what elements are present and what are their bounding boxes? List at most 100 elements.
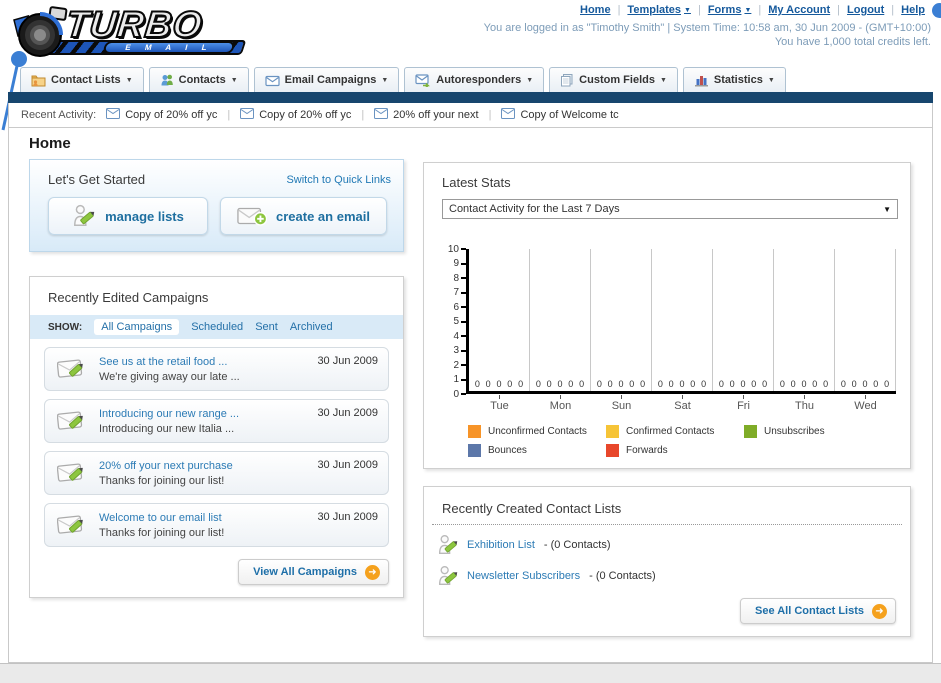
envelope-reply-icon — [415, 73, 431, 87]
value-label: 0 — [618, 379, 624, 389]
stats-period-select[interactable]: Contact Activity for the Last 7 Days — [442, 199, 898, 219]
y-tick-dash — [461, 349, 466, 352]
campaign-text: See us at the retail food ... We're givi… — [99, 355, 305, 384]
value-label: 0 — [485, 379, 491, 389]
y-tick-dash — [461, 393, 466, 395]
person-pencil-icon — [74, 204, 95, 226]
header-link-help[interactable]: Help — [901, 4, 925, 16]
y-tick-dash — [461, 291, 466, 294]
recent-activity-item-label: Copy of Welcome tc — [520, 109, 619, 121]
y-tick-dash — [461, 277, 466, 279]
campaign-text: Welcome to our email list Thanks for joi… — [99, 511, 305, 540]
recent-activity-item[interactable]: Copy of 20% off yc — [106, 108, 217, 122]
value-label: 0 — [740, 379, 746, 389]
x-tick-label: Mon — [530, 395, 591, 412]
tab-contacts[interactable]: Contacts ▼ — [148, 67, 249, 92]
tab-label: Contacts — [178, 74, 226, 86]
value-label: 0 — [862, 379, 868, 389]
recent-activity-item[interactable]: Copy of Welcome tc — [501, 108, 619, 122]
value-label: 0 — [546, 379, 552, 389]
legend-item: Bounces — [468, 444, 606, 457]
campaign-title-link[interactable]: See us at the retail food ... — [99, 355, 305, 369]
person-pencil-icon — [438, 535, 458, 554]
recently-edited-campaigns-panel: Recently Edited Campaigns SHOW: All Camp… — [29, 276, 404, 598]
filter-scheduled[interactable]: Scheduled — [191, 321, 243, 333]
item-separator: | — [361, 109, 365, 121]
value-label: 0 — [607, 379, 613, 389]
y-tick-dash — [461, 320, 466, 323]
recent-activity-item[interactable]: Copy of 20% off yc — [240, 108, 351, 122]
see-all-contact-lists-label: See All Contact Lists — [754, 605, 864, 617]
value-label: 0 — [596, 379, 602, 389]
header-link-logout[interactable]: Logout — [847, 4, 884, 16]
x-tick-label: Thu — [774, 395, 835, 412]
view-all-campaigns-button[interactable]: View All Campaigns — [238, 559, 389, 585]
contact-list-link[interactable]: Exhibition List — [467, 539, 535, 551]
contact-lists-title: Recently Created Contact Lists — [442, 501, 622, 516]
header-link-templates[interactable]: Templates ▼ — [627, 4, 691, 16]
bar-chart-icon — [694, 73, 709, 87]
campaign-row[interactable]: See us at the retail food ... We're givi… — [44, 347, 389, 391]
manage-lists-button[interactable]: manage lists — [48, 197, 208, 235]
y-axis-tick: 5 — [453, 316, 466, 327]
header-link-my-account[interactable]: My Account — [768, 4, 830, 16]
envelope-icon — [106, 108, 121, 122]
y-tick-label: 6 — [453, 301, 459, 313]
recent-activity-item-label: Copy of 20% off yc — [259, 109, 352, 121]
campaign-title-link[interactable]: 20% off your next purchase — [99, 459, 305, 473]
tab-email-campaigns[interactable]: Email Campaigns ▼ — [253, 67, 400, 92]
campaign-date: 30 Jun 2009 — [317, 355, 378, 367]
campaign-title-link[interactable]: Welcome to our email list — [99, 511, 305, 525]
chart-x-axis: Tue Mon Sun Sat Fri Thu Wed — [469, 395, 896, 412]
y-tick-label: 2 — [453, 359, 459, 371]
filter-archived[interactable]: Archived — [290, 321, 333, 333]
value-labels: 00000 — [652, 379, 712, 389]
campaign-row[interactable]: Introducing our new range ... Introducin… — [44, 399, 389, 443]
contact-list-link[interactable]: Newsletter Subscribers — [467, 570, 580, 582]
person-pencil-icon — [438, 566, 458, 585]
recent-activity-item[interactable]: 20% off your next — [374, 108, 479, 122]
create-email-button[interactable]: create an email — [220, 197, 387, 235]
chart-y-axis: 10 9 8 7 6 5 4 3 2 1 0 — [442, 244, 466, 400]
value-labels: 00000 — [835, 379, 895, 389]
link-separator: | — [758, 4, 762, 16]
value-label: 0 — [751, 379, 757, 389]
tab-contact-lists[interactable]: Contact Lists ▼ — [20, 67, 144, 92]
campaign-row[interactable]: 20% off your next purchase Thanks for jo… — [44, 451, 389, 495]
pages-icon — [560, 73, 574, 87]
campaign-text: 20% off your next purchase Thanks for jo… — [99, 459, 305, 488]
see-all-contact-lists-button[interactable]: See All Contact Lists — [739, 598, 896, 624]
x-tick-label: Sun — [591, 395, 652, 412]
value-label: 0 — [518, 379, 524, 389]
switch-quick-links-link[interactable]: Switch to Quick Links — [286, 174, 391, 186]
tab-autoresponders[interactable]: Autoresponders ▼ — [404, 67, 545, 92]
tab-statistics[interactable]: Statistics ▼ — [682, 67, 786, 92]
y-axis-tick: 3 — [453, 345, 466, 356]
campaign-text: Introducing our new range ... Introducin… — [99, 407, 305, 436]
recently-created-contact-lists-panel: Recently Created Contact Lists Exhibitio… — [423, 486, 911, 637]
campaign-row[interactable]: Welcome to our email list Thanks for joi… — [44, 503, 389, 547]
contact-list-item[interactable]: Exhibition List - (0 Contacts) — [438, 533, 910, 557]
filter-all-campaigns[interactable]: All Campaigns — [94, 319, 180, 335]
value-label: 0 — [507, 379, 513, 389]
chart-legend: Unconfirmed Contacts Confirmed Contacts Un… — [468, 425, 894, 457]
campaign-subtitle: Introducing our new Italia ... — [99, 422, 235, 435]
contact-list-item[interactable]: Newsletter Subscribers - (0 Contacts) — [438, 564, 910, 588]
campaign-title-link[interactable]: Introducing our new range ... — [99, 407, 305, 421]
envelope-plus-icon — [237, 207, 268, 226]
credits-line: You have 1,000 total credits left. — [774, 36, 931, 48]
legend-label: Unsubscribes — [764, 426, 825, 437]
chart-day-group: 00000 — [713, 249, 774, 391]
x-tick-label: Wed — [835, 395, 896, 412]
header-link-forms[interactable]: Forms ▼ — [708, 4, 752, 16]
logo-email-bar: E M A I L — [102, 41, 236, 54]
tab-custom-fields[interactable]: Custom Fields ▼ — [549, 67, 678, 92]
envelope-pencil-icon — [57, 462, 83, 482]
legend-item: Unconfirmed Contacts — [468, 425, 606, 438]
filter-sent[interactable]: Sent — [255, 321, 278, 333]
contact-list-meta: - (0 Contacts) — [543, 539, 611, 551]
manage-lists-label: manage lists — [105, 208, 184, 224]
y-axis-tick: 9 — [453, 258, 466, 269]
value-label: 0 — [873, 379, 879, 389]
header-link-home[interactable]: Home — [580, 4, 611, 16]
